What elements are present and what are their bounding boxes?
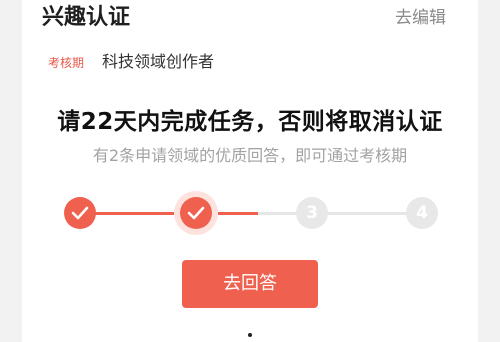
interest-certification-card: 兴趣认证 去编辑 考核期 科技领域创作者 请22天内完成任务，否则将取消认证 有…	[22, 0, 478, 342]
step-connector-2-done	[218, 212, 258, 215]
step-connector-2-pending	[258, 212, 296, 215]
page-indicator-dot	[248, 333, 252, 337]
step-connector-1	[88, 212, 174, 215]
step-4-todo: 4	[406, 197, 438, 229]
task-headline: 请22天内完成任务，否则将取消认证	[57, 109, 443, 135]
edit-button[interactable]: 去编辑	[395, 6, 446, 30]
step-connector-3	[328, 212, 410, 215]
answer-button[interactable]: 去回答	[182, 260, 318, 308]
task-description: 有2条申请领域的优质回答，即可通过考核期	[92, 146, 408, 165]
step-1-done	[64, 197, 96, 229]
progress-steps: 3 4	[22, 191, 478, 235]
checkmark-icon	[187, 206, 205, 220]
step-2-current	[174, 191, 218, 235]
step-3-todo: 3	[296, 197, 328, 229]
certified-domain: 科技领域创作者	[102, 52, 215, 71]
step-2-circle	[180, 197, 212, 229]
period-tag: 考核期	[48, 56, 85, 70]
page-title: 兴趣认证	[42, 5, 131, 30]
checkmark-icon	[71, 206, 89, 220]
